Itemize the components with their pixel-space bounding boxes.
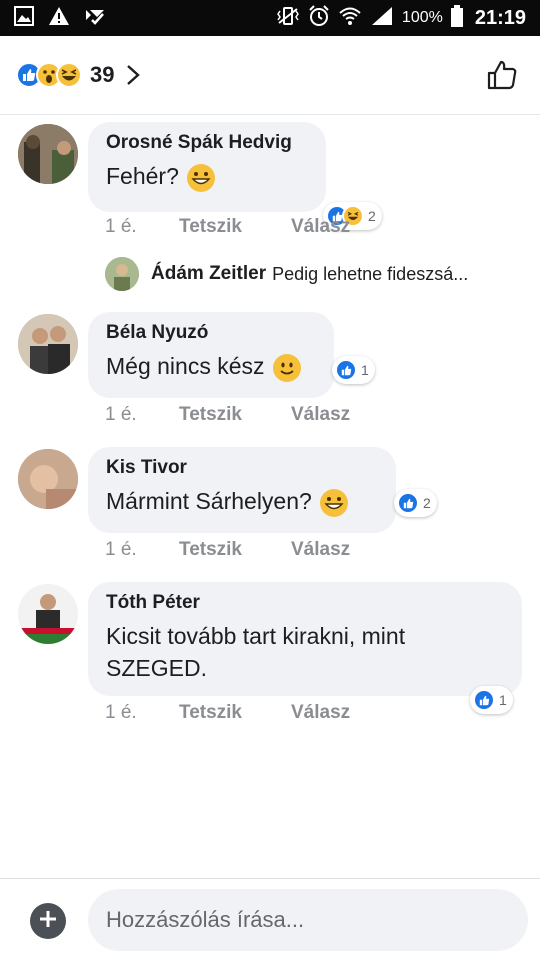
avatar[interactable] — [18, 449, 78, 509]
comment-reactions[interactable]: 1 — [470, 686, 513, 714]
comment-bubble: Tóth Péter Kicsit tovább tart kirakni, m… — [88, 582, 522, 696]
like-icon — [335, 359, 357, 381]
chevron-right-icon — [126, 64, 141, 86]
reply-link[interactable]: Válasz — [291, 216, 350, 238]
add-attachment-button[interactable] — [30, 903, 66, 939]
vibrate-icon — [276, 6, 300, 31]
reply-link[interactable]: Válasz — [291, 539, 350, 561]
comment-time: 1 é. — [105, 404, 137, 425]
like-link[interactable]: Tetszik — [179, 702, 291, 724]
grin-emoji — [186, 163, 215, 192]
haha-icon — [56, 62, 82, 88]
comment-text-content: Fehér? — [106, 163, 179, 189]
warning-icon — [48, 6, 70, 31]
comment-meta: 1 é. Tetszik Válasz — [105, 404, 350, 426]
comment-meta: 1 é. Tetszik Válasz — [105, 702, 350, 724]
comment-time: 1 é. — [105, 539, 137, 560]
comment-input[interactable] — [88, 889, 528, 951]
avatar[interactable] — [18, 584, 78, 644]
comment-text: Még nincs kész — [106, 350, 316, 382]
comment-author[interactable]: Kis Tivor — [106, 457, 378, 479]
grin-emoji — [319, 488, 348, 517]
comment-text-content: Még nincs kész — [106, 353, 265, 379]
reply-link[interactable]: Válasz — [291, 702, 350, 724]
comment-author[interactable]: Tóth Péter — [106, 592, 504, 614]
like-link[interactable]: Tetszik — [179, 539, 291, 561]
comment-author[interactable]: Béla Nyuzó — [106, 322, 316, 344]
signal-icon — [370, 6, 394, 31]
comment-text: Kicsit tovább tart kirakni, mint SZEGED. — [106, 623, 406, 681]
reaction-count: 2 — [368, 208, 376, 224]
battery-percent: 100% — [401, 9, 443, 26]
comment-time: 1 é. — [105, 216, 137, 237]
reply-preview[interactable]: Ádám Zeitler Pedig lehetne fideszsá... — [105, 257, 468, 291]
comment-text: Mármint Sárhelyen? — [106, 485, 378, 517]
reactions-header: 39 — [0, 36, 540, 115]
like-link[interactable]: Tetszik — [179, 404, 291, 426]
comment-reactions[interactable]: 1 — [332, 356, 375, 384]
avatar[interactable] — [18, 314, 78, 374]
smile-emoji — [272, 353, 301, 382]
like-link[interactable]: Tetszik — [179, 216, 291, 238]
clock: 21:19 — [474, 6, 526, 29]
comment-composer — [0, 878, 540, 960]
check-badge-icon — [84, 6, 106, 31]
status-bar: 100% 21:19 — [0, 0, 540, 36]
like-icon — [473, 689, 495, 711]
reactions-summary[interactable]: 39 — [16, 62, 141, 88]
reaction-count: 1 — [361, 362, 369, 378]
like-icon — [397, 492, 419, 514]
comment-author[interactable]: Orosné Spák Hedvig — [106, 132, 308, 154]
image-icon — [14, 5, 34, 31]
reply-text: Pedig lehetne fideszsá... — [272, 263, 469, 284]
avatar[interactable] — [18, 124, 78, 184]
comments-sheet: 39 Orosné Spák Hedvig Fehér? 2 1 é. Tets… — [0, 36, 540, 960]
reply-link[interactable]: Válasz — [291, 404, 350, 426]
comment-bubble: Béla Nyuzó Még nincs kész — [88, 312, 334, 398]
reaction-count: 2 — [423, 495, 431, 511]
comment-bubble: Kis Tivor Mármint Sárhelyen? — [88, 447, 396, 533]
comment-text: Fehér? — [106, 160, 308, 192]
plus-icon — [38, 909, 58, 934]
comment-meta: 1 é. Tetszik Válasz — [105, 216, 350, 238]
comment-bubble: Orosné Spák Hedvig Fehér? — [88, 122, 326, 212]
battery-icon — [450, 4, 463, 32]
reaction-count: 1 — [499, 692, 507, 708]
comment-reactions[interactable]: 2 — [394, 489, 437, 517]
comment-text-content: Mármint Sárhelyen? — [106, 488, 312, 514]
like-button[interactable] — [486, 59, 518, 91]
alarm-icon — [308, 4, 330, 32]
comment-meta: 1 é. Tetszik Válasz — [105, 539, 350, 561]
avatar — [105, 257, 139, 291]
comment-time: 1 é. — [105, 702, 137, 723]
reaction-count: 39 — [90, 62, 115, 87]
wifi-icon — [338, 6, 362, 31]
reply-author: Ádám Zeitler — [151, 263, 267, 284]
